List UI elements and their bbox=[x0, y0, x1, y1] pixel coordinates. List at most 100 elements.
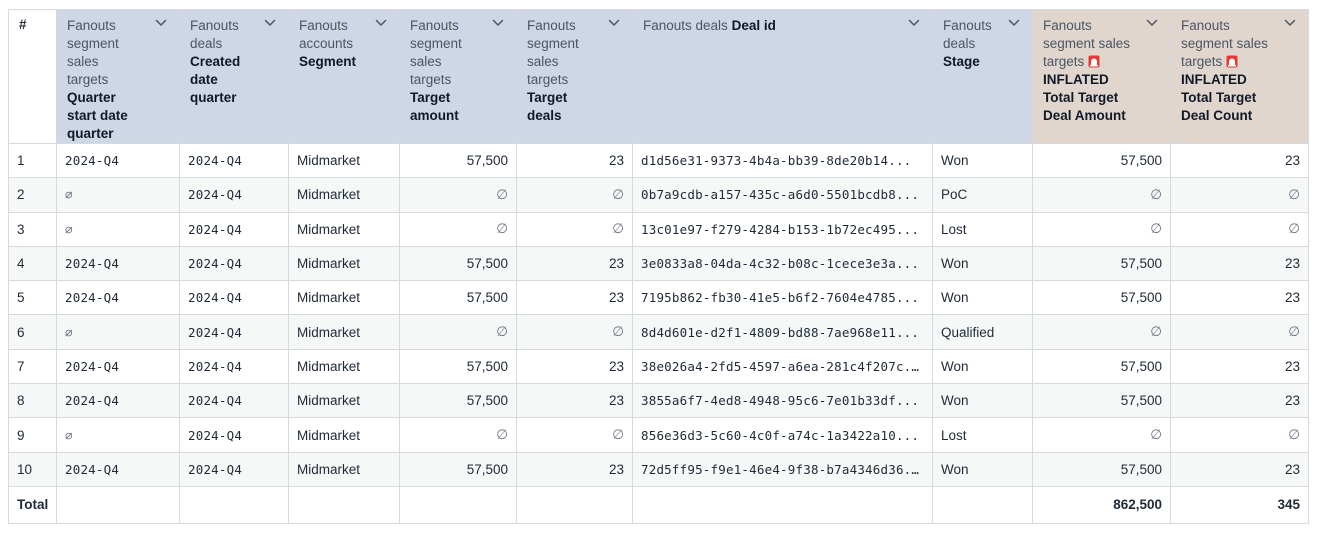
chevron-down-icon[interactable] bbox=[1008, 19, 1020, 27]
created-quarter-cell: 2024-Q4 bbox=[179, 417, 289, 453]
inflated-count-cell: ∅ bbox=[1170, 314, 1309, 350]
header-prefix-line: deals bbox=[943, 36, 976, 51]
inflated-amount-cell: ∅ bbox=[1032, 314, 1171, 350]
table-row[interactable]: 4 2024-Q4 2024-Q4 Midmarket 57,500 23 3e0833a8… bbox=[8, 245, 1309, 282]
table-row[interactable]: 1 2024-Q4 2024-Q4 Midmarket 57,500 23 d1d56e31… bbox=[8, 142, 1309, 179]
target-amount-cell: ∅ bbox=[399, 417, 517, 453]
column-header-tde[interactable]: Fanouts segment sales targets Target deals bbox=[516, 9, 633, 144]
quarter-start-cell: ∅ bbox=[56, 314, 180, 350]
header-prefix-line: sales bbox=[527, 54, 559, 69]
segment-cell: Midmarket bbox=[288, 280, 400, 316]
table-row[interactable]: 2 ∅ 2024-Q4 Midmarket ∅ ∅ 0b7a9cdb-a157-435c-a… bbox=[8, 177, 1309, 213]
stage-cell: Lost bbox=[932, 417, 1033, 453]
column-header-did[interactable]: Fanouts deals Deal id bbox=[632, 9, 933, 144]
column-header-tdc[interactable]: Fanouts segment sales targets INFLATED Tota… bbox=[1170, 9, 1309, 144]
target-amount-cell: ∅ bbox=[399, 211, 517, 247]
chevron-down-icon[interactable] bbox=[492, 19, 504, 27]
header-field-line: quarter bbox=[67, 126, 114, 141]
chevron-down-icon[interactable] bbox=[264, 19, 276, 27]
chevron-down-icon[interactable] bbox=[908, 19, 920, 27]
table-row[interactable]: 7 2024-Q4 2024-Q4 Midmarket 57,500 23 38e026a4… bbox=[8, 348, 1309, 385]
column-header-label: Fanouts segment sales targets INFLATED Tota… bbox=[1043, 17, 1162, 125]
column-header-qsq[interactable]: Fanouts segment sales targets Quarter start d… bbox=[56, 9, 180, 144]
table-body: 1 2024-Q4 2024-Q4 Midmarket 57,500 23 d1d56e31… bbox=[8, 142, 1309, 487]
inflated-amount-cell: ∅ bbox=[1032, 177, 1171, 213]
siren-icon bbox=[1226, 55, 1238, 68]
chevron-down-icon[interactable] bbox=[1284, 19, 1296, 27]
segment-cell: Midmarket bbox=[288, 177, 400, 213]
column-header-label: Fanouts deals Created date quarter bbox=[190, 17, 280, 107]
header-prefix-line: targets bbox=[410, 72, 452, 87]
segment-cell: Midmarket bbox=[288, 211, 400, 247]
table-row[interactable]: 3 ∅ 2024-Q4 Midmarket ∅ ∅ 13c01e97-f279-4284-b… bbox=[8, 211, 1309, 247]
segment-cell: Midmarket bbox=[288, 417, 400, 453]
header-field-line: INFLATED bbox=[1043, 72, 1109, 87]
table-row[interactable]: 9 ∅ 2024-Q4 Midmarket ∅ ∅ 856e36d3-5c60-4c0f-a… bbox=[8, 417, 1309, 453]
row-number: 5 bbox=[8, 280, 57, 316]
inflated-amount-cell: ∅ bbox=[1032, 211, 1171, 247]
target-deals-cell: 23 bbox=[516, 451, 633, 487]
header-prefix-line: targets bbox=[527, 72, 569, 87]
deal-id-cell: 38e026a4-2fd5-4597-a6ea-281c4f207c... bbox=[632, 348, 933, 385]
stage-cell: Won bbox=[932, 142, 1033, 179]
stage-cell: Lost bbox=[932, 211, 1033, 247]
inflated-amount-cell: ∅ bbox=[1032, 417, 1171, 453]
header-field-line: Total Target bbox=[1181, 90, 1257, 105]
header-prefix-line: accounts bbox=[299, 36, 354, 51]
target-deals-cell: 23 bbox=[516, 142, 633, 179]
created-quarter-cell: 2024-Q4 bbox=[179, 451, 289, 487]
quarter-start-cell: ∅ bbox=[56, 177, 180, 213]
total-deal-amount: 862,500 bbox=[1032, 485, 1171, 524]
column-header-seg[interactable]: Fanouts accounts Segment bbox=[288, 9, 400, 144]
stage-cell: Won bbox=[932, 245, 1033, 282]
header-field-line: start date bbox=[67, 108, 128, 123]
target-deals-cell: 23 bbox=[516, 348, 633, 385]
inflated-count-cell: ∅ bbox=[1170, 177, 1309, 213]
header-prefix-line: segment bbox=[410, 36, 462, 51]
target-amount-cell: 57,500 bbox=[399, 383, 517, 419]
inflated-count-cell: 23 bbox=[1170, 280, 1309, 316]
column-header-cdq[interactable]: Fanouts deals Created date quarter bbox=[179, 9, 289, 144]
chevron-down-icon[interactable] bbox=[608, 19, 620, 27]
header-prefix-line: Fanouts bbox=[1181, 18, 1230, 33]
quarter-start-cell: 2024-Q4 bbox=[56, 348, 180, 385]
chevron-down-icon[interactable] bbox=[155, 19, 167, 27]
segment-cell: Midmarket bbox=[288, 383, 400, 419]
header-field-line: Target bbox=[527, 90, 568, 105]
column-header-tda[interactable]: Fanouts segment sales targets INFLATED Tota… bbox=[1032, 9, 1171, 144]
table-row[interactable]: 6 ∅ 2024-Q4 Midmarket ∅ ∅ 8d4d601e-d2f1-4809-b… bbox=[8, 314, 1309, 350]
header-prefix-line: Fanouts bbox=[67, 18, 116, 33]
chevron-down-icon[interactable] bbox=[375, 19, 387, 27]
deal-id-cell: 856e36d3-5c60-4c0f-a74c-1a3422a10... bbox=[632, 417, 933, 453]
header-prefix-text: targets bbox=[1181, 54, 1223, 69]
header-prefix-line: Fanouts bbox=[527, 18, 576, 33]
column-header-stg[interactable]: Fanouts deals Stage bbox=[932, 9, 1033, 144]
target-deals-cell: ∅ bbox=[516, 211, 633, 247]
created-quarter-cell: 2024-Q4 bbox=[179, 280, 289, 316]
inflated-count-cell: 23 bbox=[1170, 245, 1309, 282]
quarter-start-cell: 2024-Q4 bbox=[56, 245, 180, 282]
created-quarter-cell: 2024-Q4 bbox=[179, 177, 289, 213]
table-row[interactable]: 10 2024-Q4 2024-Q4 Midmarket 57,500 23 72d5ff9… bbox=[8, 451, 1309, 487]
stage-cell: Qualified bbox=[932, 314, 1033, 350]
column-header-tam[interactable]: Fanouts segment sales targets Target amount bbox=[399, 9, 517, 144]
header-field-line: date bbox=[190, 72, 218, 87]
segment-cell: Midmarket bbox=[288, 142, 400, 179]
target-deals-cell: ∅ bbox=[516, 314, 633, 350]
inflated-amount-cell: 57,500 bbox=[1032, 245, 1171, 282]
table-row[interactable]: 5 2024-Q4 2024-Q4 Midmarket 57,500 23 7195b862… bbox=[8, 280, 1309, 316]
header-prefix-text: targets bbox=[1043, 54, 1085, 69]
column-header-idx[interactable]: # bbox=[8, 9, 57, 144]
header-field-line: Total Target bbox=[1043, 90, 1119, 105]
table-row[interactable]: 8 2024-Q4 2024-Q4 Midmarket 57,500 23 3855a6f7… bbox=[8, 383, 1309, 419]
row-number: 9 bbox=[8, 417, 57, 453]
chevron-down-icon[interactable] bbox=[1146, 19, 1158, 27]
row-number: 8 bbox=[8, 383, 57, 419]
header-prefix-line: segment bbox=[527, 36, 579, 51]
created-quarter-cell: 2024-Q4 bbox=[179, 245, 289, 282]
deal-id-cell: 8d4d601e-d2f1-4809-bd88-7ae968e11... bbox=[632, 314, 933, 350]
header-row: # Fanouts segment sales targets Quarter start … bbox=[8, 9, 1309, 144]
siren-icon bbox=[1088, 55, 1100, 68]
inflated-count-cell: ∅ bbox=[1170, 417, 1309, 453]
inflated-count-cell: 23 bbox=[1170, 142, 1309, 179]
